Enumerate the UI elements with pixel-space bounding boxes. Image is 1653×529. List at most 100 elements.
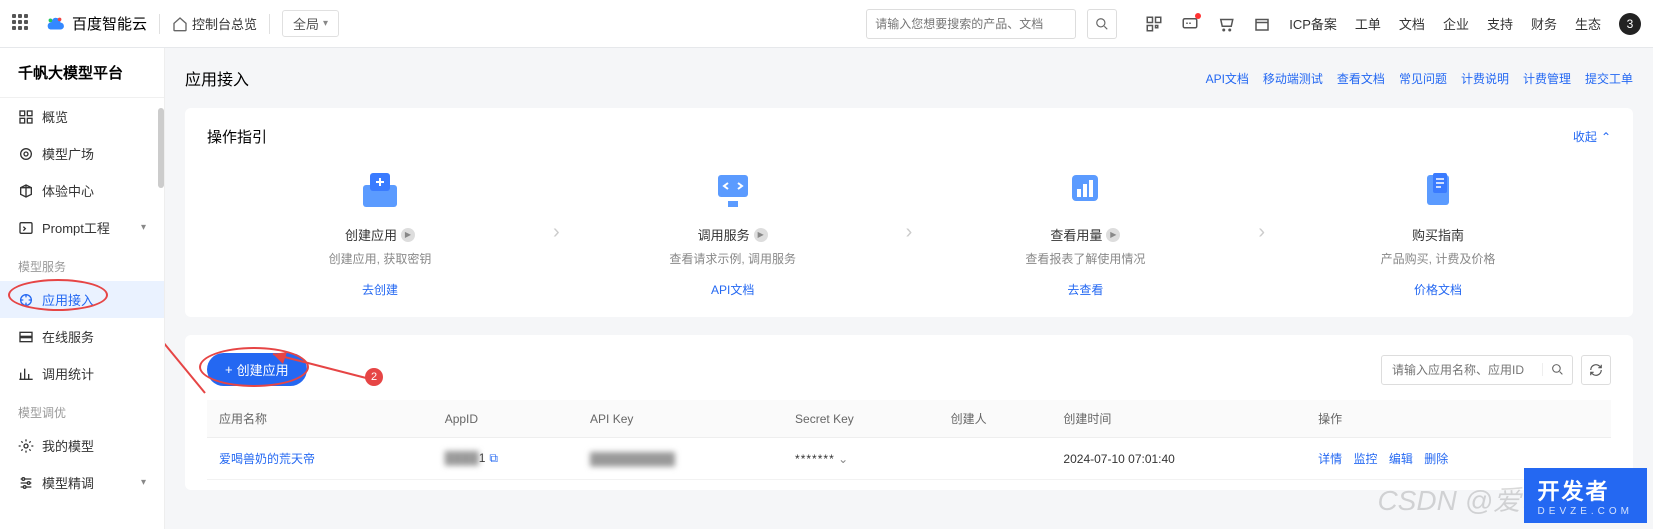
sidebar-item-experience[interactable]: 体验中心 [0,172,164,209]
refresh-icon [1589,363,1603,377]
step-link-view[interactable]: 去查看 [1067,281,1103,298]
reveal-icon[interactable]: ⌄ [838,452,848,466]
search-icon [1551,363,1564,376]
step-link-create[interactable]: 去创建 [362,281,398,298]
brand-logo[interactable]: 百度智能云 [44,13,147,35]
op-detail[interactable]: 详情 [1318,452,1342,466]
scrollbar[interactable] [158,108,164,188]
sliders-icon [18,475,34,491]
nav-eco[interactable]: 生态 [1575,14,1601,33]
qrcode-icon[interactable] [1145,15,1163,33]
guide-card: 操作指引 收起 ⌃ 创建应用 ▶ 创建应用, 获取密钥 去创建 › 调用服务 ▶ 查… [185,108,1633,317]
filter-input[interactable] [1382,363,1542,377]
appid-blurred: ████ [445,451,479,465]
sidebar-item-fine-tune[interactable]: 模型精调 ▾ [0,464,164,501]
search-button[interactable] [1087,9,1117,39]
nav-enterprise[interactable]: 企业 [1443,14,1469,33]
chevron-down-icon: ▾ [141,477,146,488]
link-faq[interactable]: 常见问题 [1399,70,1447,87]
sidebar-item-online[interactable]: 在线服务 [0,318,164,355]
step-link-pricing[interactable]: 价格文档 [1414,281,1462,298]
step-title-label: 调用服务 [698,225,750,244]
time-cell: 2024-07-10 07:01:40 [1051,438,1306,480]
app-table: 应用名称 AppID API Key Secret Key 创建人 创建时间 操… [207,400,1611,480]
copy-icon[interactable]: ⧉ [489,451,498,465]
terminal-icon [18,220,34,236]
guide-title: 操作指引 [207,126,267,147]
col-appid: AppID [433,400,578,438]
nav-workorder[interactable]: 工单 [1355,14,1381,33]
col-name: 应用名称 [207,400,433,438]
global-search[interactable] [866,9,1076,39]
step-link-api[interactable]: API文档 [711,281,754,298]
link-mobile-test[interactable]: 移动端测试 [1263,70,1323,87]
appid-suffix: 1 [479,451,486,465]
sidebar-item-label: 应用接入 [42,290,94,309]
link-pricing-info[interactable]: 计费说明 [1461,70,1509,87]
box-icon[interactable] [1253,15,1271,33]
global-selector[interactable]: 全局 ▾ [282,10,339,37]
link-pricing-mgmt[interactable]: 计费管理 [1523,70,1571,87]
sidebar-item-stats[interactable]: 调用统计 [0,355,164,392]
nav-finance[interactable]: 财务 [1531,14,1557,33]
step-desc: 产品购买, 计费及价格 [1265,250,1611,267]
table-row: 爱喝兽奶的荒天帝 ████1⧉ ██████████ ******* ⌄ 202… [207,438,1611,480]
col-secret: Secret Key [783,400,939,438]
sidebar-item-label: 调用统计 [42,364,94,383]
op-edit[interactable]: 编辑 [1389,452,1413,466]
step-title-label: 查看用量 [1050,225,1102,244]
arrow-right-icon: › [906,221,913,244]
arrow-right-icon: › [1258,221,1265,244]
search-input[interactable] [875,17,1067,31]
col-time: 创建时间 [1051,400,1306,438]
sidebar-item-label: 我的模型 [42,436,94,455]
icp-link[interactable]: ICP备案 [1289,14,1337,33]
play-icon[interactable]: ▶ [754,228,768,242]
message-icon[interactable] [1181,15,1199,33]
step-title-label: 购买指南 [1412,225,1464,244]
console-home-link[interactable]: 控制台总览 [172,14,257,33]
link-api-doc[interactable]: API文档 [1206,70,1249,87]
cube-icon [18,183,34,199]
call-service-icon [708,167,758,211]
plug-icon [18,292,34,308]
step-desc: 创建应用, 获取密钥 [207,250,553,267]
nav-support[interactable]: 支持 [1487,14,1513,33]
step-call-service: 调用服务 ▶ 查看请求示例, 调用服务 API文档 [560,165,906,299]
usage-icon [1060,167,1110,211]
sidebar-item-label: 概览 [42,107,68,126]
app-name-link[interactable]: 爱喝兽奶的荒天帝 [219,452,315,466]
sidebar-item-overview[interactable]: 概览 [0,98,164,135]
op-delete[interactable]: 删除 [1424,452,1448,466]
sidebar-title: 千帆大模型平台 [0,48,164,98]
filter-search-button[interactable] [1542,363,1572,376]
play-icon[interactable]: ▶ [1106,228,1120,242]
chevron-down-icon: ▾ [141,222,146,233]
play-icon[interactable]: ▶ [401,228,415,242]
avatar[interactable]: 3 [1619,13,1641,35]
sidebar: 千帆大模型平台 概览 模型广场 体验中心 Prompt工程 ▾ 模型服务 应用接… [0,48,165,529]
link-submit-ticket[interactable]: 提交工单 [1585,70,1633,87]
col-creator: 创建人 [939,400,1052,438]
collapse-label: 收起 [1573,128,1597,145]
step-desc: 查看请求示例, 调用服务 [560,250,906,267]
step-title-label: 创建应用 [345,225,397,244]
collapse-button[interactable]: 收起 ⌃ [1573,128,1611,145]
app-launcher-icon[interactable] [12,14,32,34]
create-app-button[interactable]: + 创建应用 [207,353,307,386]
sidebar-item-app-access[interactable]: 应用接入 [0,281,164,318]
creator-cell [939,438,1052,480]
sidebar-item-model-square[interactable]: 模型广场 [0,135,164,172]
global-label: 全局 [293,14,319,33]
gear-icon [18,438,34,454]
sidebar-item-my-models[interactable]: 我的模型 [0,427,164,464]
op-monitor[interactable]: 监控 [1353,452,1377,466]
nav-docs[interactable]: 文档 [1399,14,1425,33]
cart-icon[interactable] [1217,15,1235,33]
app-list-card: + 创建应用 [185,335,1633,490]
refresh-button[interactable] [1581,355,1611,385]
secret-masked: ******* [795,452,835,466]
sidebar-item-prompt[interactable]: Prompt工程 ▾ [0,209,164,246]
filter-box[interactable] [1381,355,1573,385]
link-view-doc[interactable]: 查看文档 [1337,70,1385,87]
